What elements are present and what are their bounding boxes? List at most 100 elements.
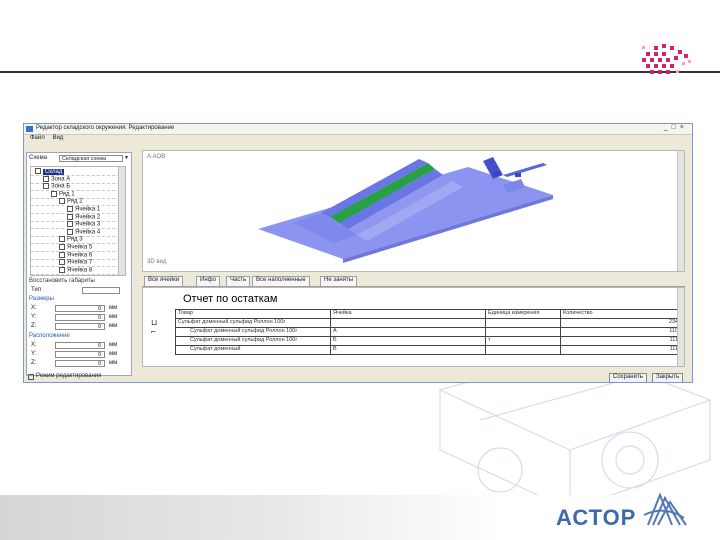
maximize-icon[interactable]: □ (672, 124, 680, 131)
tree-node-icon[interactable] (59, 236, 65, 243)
view-scrollbar[interactable] (677, 151, 684, 271)
view-3d[interactable]: А:АОВ 3D вид (142, 150, 685, 272)
position-field-value: 0 (97, 361, 101, 367)
tree-item-label: Ячейка 7 (67, 259, 93, 266)
close-button[interactable]: Закрыть (652, 373, 684, 382)
report-side-icons: ⊔ ⌐ (151, 318, 157, 336)
tree-item-label: Ячейка 5 (67, 244, 93, 251)
table-cell (485, 345, 561, 355)
table-row: Сульфат доменный сульфид Роллон 100г 234 (175, 318, 681, 328)
position-field-label: X: (31, 342, 37, 348)
report-scrollbar[interactable] (677, 288, 684, 366)
position-field-input[interactable]: 0 (55, 351, 105, 358)
status-bar: Режим редактирования Сохранить Закрыть (24, 372, 692, 382)
tab-info[interactable]: Инфо (196, 276, 220, 287)
table-cell: Сульфат доменный сульфид Роллон 100г (175, 327, 331, 337)
tree-item[interactable]: Ячейка 8 (59, 266, 93, 275)
brand-logo-icon (643, 492, 687, 526)
table-cell: 111 (560, 336, 681, 346)
tab-part[interactable]: Часть (226, 276, 251, 287)
table-header-row: Товар Ячейка Единица измерения Количеств… (175, 309, 681, 319)
app-icon (26, 126, 33, 132)
size-field-label: X: (31, 305, 37, 311)
tree-node-icon[interactable] (67, 206, 73, 212)
size-field-unit: мм (109, 314, 118, 320)
tree-item-label: Ячейка 1 (75, 206, 101, 213)
table-cell (330, 318, 486, 328)
tree-node-icon[interactable] (67, 213, 73, 220)
col-header-unit: Единица измерения (485, 309, 561, 319)
scheme-select[interactable]: Складская схема (59, 155, 123, 162)
size-header: Размеры (29, 296, 54, 302)
menubar: Файл Вид (24, 135, 692, 144)
size-field-input[interactable]: 0 (55, 305, 105, 312)
col-header-qty: Количество (560, 309, 681, 319)
table-row: Сульфат доменный сульфид Роллон 100г Бт 11… (175, 336, 681, 346)
tree-node-icon[interactable] (43, 183, 49, 190)
tree-node-icon[interactable] (35, 168, 41, 174)
tree-node-icon[interactable] (59, 259, 65, 266)
tree-item-label: Ряд 1 (59, 191, 75, 198)
table-cell: 110 (560, 327, 681, 337)
table-cell: Б (330, 336, 486, 346)
edit-mode-label: Режим редактирования (36, 373, 102, 379)
position-field-unit: мм (109, 342, 118, 348)
page-icon[interactable]: ⊔ (151, 318, 157, 327)
col-header-product: Товар (175, 309, 331, 319)
table-cell: Сульфат доменный сульфид Роллон 100г (175, 318, 331, 328)
position-field-label: Y: (31, 351, 37, 357)
tree-item-label: Ячейка 4 (75, 229, 101, 236)
table-cell: 234 (560, 318, 681, 328)
tree-item-label: Зона Б (51, 183, 71, 190)
position-field-input[interactable]: 0 (55, 342, 105, 349)
table-row: Сульфат доменный В 111 (175, 345, 681, 355)
tree-node-icon[interactable] (59, 198, 65, 205)
menu-view[interactable]: Вид (52, 135, 63, 141)
tree-node-icon[interactable] (59, 266, 65, 273)
export-icon[interactable]: ⌐ (151, 327, 157, 336)
edit-mode-checkbox[interactable] (28, 374, 34, 380)
type-select[interactable] (82, 287, 120, 294)
size-field-unit: мм (109, 323, 118, 329)
tree-node-icon[interactable] (51, 190, 57, 197)
chevron-down-icon[interactable]: ▼ (124, 155, 129, 161)
table-cell: т (485, 336, 561, 346)
tab-free[interactable]: Не заняты (320, 276, 358, 287)
save-button[interactable]: Сохранить (609, 373, 647, 382)
size-field-input[interactable]: 0 (55, 323, 105, 330)
tree-scrollbar[interactable] (118, 167, 125, 275)
close-icon[interactable]: × (680, 124, 688, 131)
size-field-label: Z: (31, 323, 37, 329)
header-divider (0, 71, 720, 73)
pixel-logo-icon (642, 44, 691, 74)
report-tabs: Все ячейки Инфо Часть Все наполненные Не… (142, 274, 685, 287)
table-cell: 111 (560, 345, 681, 355)
position-field-input[interactable]: 0 (55, 360, 105, 367)
tree-node-icon[interactable] (67, 221, 73, 228)
position-header: Расположение (29, 333, 70, 339)
scheme-select-value: Складская схема (62, 156, 107, 162)
tree-node-icon[interactable] (43, 175, 49, 182)
tree-node-icon[interactable] (59, 244, 65, 250)
tree-item-label: Зона А (51, 176, 71, 183)
tree-item-label: Ряд 2 (67, 198, 83, 205)
table-cell (485, 327, 561, 337)
tree-item-label: Ячейка 3 (75, 221, 101, 228)
table-row: Сульфат доменный сульфид Роллон 100г А 110 (175, 327, 681, 337)
tab-all-cells[interactable]: Все ячейки (144, 276, 184, 287)
report-table: Товар Ячейка Единица измерения Количеств… (175, 309, 681, 355)
tree-node-icon[interactable] (59, 251, 65, 258)
tree-item-label: Ряд 3 (67, 236, 83, 243)
menu-file[interactable]: Файл (30, 135, 45, 141)
size-field-input[interactable]: 0 (55, 314, 105, 321)
tree-node-icon[interactable] (67, 228, 73, 235)
position-field-label: Z: (31, 360, 37, 366)
tree-item-label: Ячейка 8 (67, 267, 93, 274)
window-titlebar: Редактор складского окружения: Редактиро… (24, 124, 692, 135)
minimize-icon[interactable]: _ (664, 124, 672, 131)
scheme-label: Схема (29, 155, 48, 161)
col-header-cell: Ячейка (330, 309, 486, 319)
tree-item-label: Ячейка 6 (67, 252, 93, 259)
tab-filled[interactable]: Все наполненные (252, 276, 310, 287)
scheme-tree[interactable]: Склад Зона А Зона Б Ряд 1 Ряд 2 Ячейка 1 Ячейк… (30, 166, 126, 276)
